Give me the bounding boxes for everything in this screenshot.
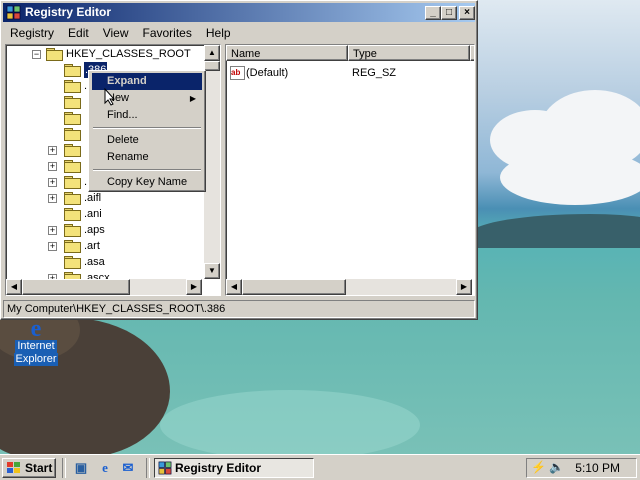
scroll-left-button[interactable]: ◀ [6,279,22,295]
menu-bar: Registry Edit View Favorites Help [3,23,475,42]
tree-vertical-scrollbar[interactable]: ▲ ▼ [204,45,220,279]
outlook-icon[interactable]: ✉ [119,459,137,477]
registry-icon [158,461,172,475]
registry-icon [6,5,21,20]
tree-item-label: .aifl [84,192,102,204]
folder-icon [64,176,81,189]
network-icon[interactable]: ⚡ [531,460,546,474]
desktop-icon-label-line2: Explorer [13,353,59,366]
folder-icon [64,192,81,205]
scroll-left-button[interactable]: ◀ [226,279,242,295]
folder-icon [64,80,81,93]
folder-icon [64,208,81,221]
close-button[interactable]: × [459,6,475,20]
string-value-icon: ab [230,66,245,80]
title-bar[interactable]: Registry Editor _ □ × [3,3,475,22]
folder-icon [64,160,81,173]
taskbar-divider [62,458,66,478]
collapse-icon[interactable]: − [32,50,41,59]
scroll-up-button[interactable]: ▲ [204,45,220,61]
folder-icon [46,48,63,61]
clock[interactable]: 5:10 PM [575,461,620,475]
start-label: Start [25,461,53,475]
menu-item-find[interactable]: Find... [92,107,202,124]
tree-root-label: HKEY_CLASSES_ROOT [66,48,191,60]
tree-item-label: .art [84,240,100,252]
menu-item-copy-key-name[interactable]: Copy Key Name [92,174,202,191]
taskbar-button-label: Registry Editor [175,461,262,475]
folder-icon [64,96,81,109]
tree-item-label: .ani [84,208,102,220]
tree-item-label: . [84,176,88,188]
folder-icon [64,112,81,125]
ie-icon: e [30,316,42,342]
folder-icon [64,256,81,269]
start-button[interactable]: Start [2,458,56,478]
tree-item-label: .aps [84,224,105,236]
menu-help[interactable]: Help [199,23,238,40]
registry-editor-window: Registry Editor _ □ × Registry Edit View Fa… [0,0,478,320]
ie-icon[interactable]: e [96,459,114,477]
submenu-arrow-icon: ▶ [189,94,196,103]
expand-icon[interactable]: + [48,178,57,187]
speaker-icon[interactable]: 🔈 [549,460,564,474]
expand-icon[interactable]: + [48,146,57,155]
menu-registry[interactable]: Registry [3,23,61,40]
menu-view[interactable]: View [96,23,136,40]
menu-separator [93,169,201,171]
show-desktop-icon[interactable]: ▣ [72,459,90,477]
menu-separator [93,127,201,129]
value-row[interactable]: ab (Default) REG_SZ v [230,65,475,81]
folder-icon [64,224,81,237]
expand-icon[interactable]: + [48,242,57,251]
taskbar-divider [146,458,150,478]
menu-item-delete[interactable]: Delete [92,132,202,149]
folder-icon [64,240,81,253]
menu-item-rename[interactable]: Rename [92,149,202,166]
scroll-thumb[interactable] [22,279,130,295]
menu-favorites[interactable]: Favorites [136,23,199,40]
tree-item-label: .asa [84,256,105,268]
desktop-icon-internet-explorer[interactable]: e Internet Explorer [10,316,62,366]
scroll-right-button[interactable]: ▶ [186,279,202,295]
taskbar-button-registry-editor[interactable]: Registry Editor [154,458,314,478]
expand-icon[interactable]: + [48,226,57,235]
taskbar: Start ▣ e ✉ Registry Editor ⚡ 🔈 5:10 PM [0,454,640,480]
windows-logo-icon [7,462,21,474]
value-data: v [474,65,475,81]
value-name: (Default) [246,67,289,79]
tree-horizontal-scrollbar[interactable]: ◀ ▶ [6,279,202,295]
expand-icon[interactable]: + [48,162,57,171]
scroll-thumb[interactable] [242,279,346,295]
shallow-water [160,390,420,454]
distant-island [470,214,640,248]
maximize-button[interactable]: □ [441,6,457,20]
scroll-down-button[interactable]: ▼ [204,263,220,279]
values-pane[interactable]: Name Type D ab (Default) REG_SZ v ◀ ▶ [225,44,475,296]
desktop-icon-label-line1: Internet [15,340,57,353]
folder-icon [64,128,81,141]
tree-item-label: . [84,80,88,92]
menu-edit[interactable]: Edit [61,23,96,40]
values-horizontal-scrollbar[interactable]: ◀ ▶ [226,279,472,295]
status-bar: My Computer\HKEY_CLASSES_ROOT\.386 [3,300,475,318]
mouse-cursor-icon [104,88,116,106]
value-type: REG_SZ [352,67,397,79]
column-header-type[interactable]: Type [348,45,470,61]
cloud [500,150,640,205]
window-title: Registry Editor [25,5,112,19]
scroll-thumb[interactable] [204,61,220,71]
scroll-right-button[interactable]: ▶ [456,279,472,295]
column-header-data[interactable]: D [470,45,474,61]
folder-icon [64,64,81,77]
folder-icon [64,144,81,157]
minimize-button[interactable]: _ [425,6,441,20]
expand-icon[interactable]: + [48,194,57,203]
column-header-name[interactable]: Name [226,45,348,61]
system-tray: ⚡ 🔈 5:10 PM [526,458,637,478]
